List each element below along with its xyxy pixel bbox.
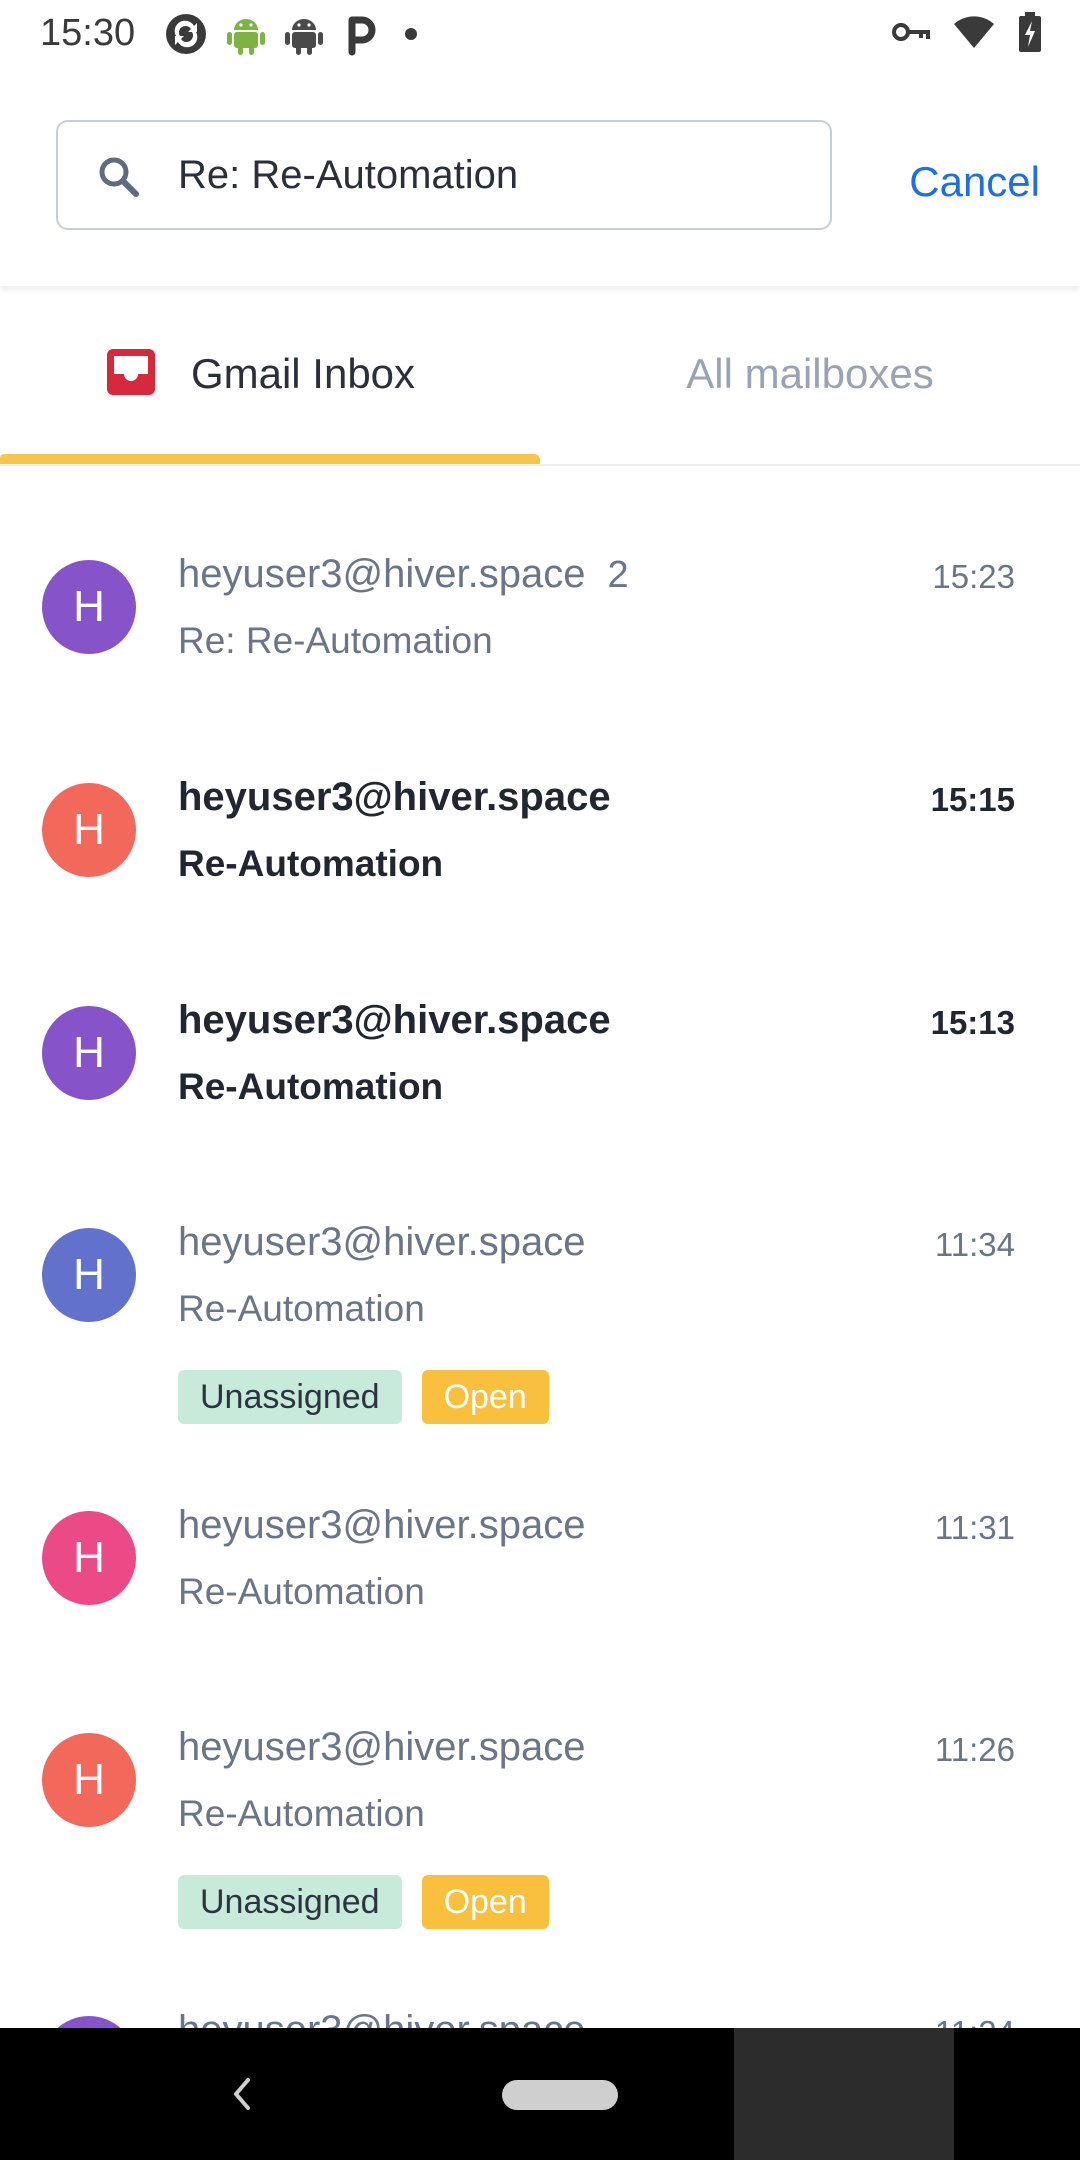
avatar: H <box>42 1228 136 1322</box>
screen: 15:30 Re: Re-Automation Cancel Gmail Inb… <box>0 0 1080 2160</box>
search-header: Cancel <box>0 66 1080 286</box>
email-time: 11:34 <box>934 1226 1015 1263</box>
nav-recents-area <box>734 2028 954 2160</box>
email-row[interactable]: H heyuser3@hiver.space Re-Automation 15:… <box>0 765 1080 935</box>
battery-icon <box>1018 10 1042 59</box>
tab-gmail-inbox[interactable]: Gmail Inbox <box>0 286 540 464</box>
avatar: H <box>42 1511 136 1605</box>
email-sender: heyuser3@hiver.space 2 <box>178 552 629 597</box>
sync-app-icon <box>164 12 208 56</box>
avatar: H <box>42 560 136 654</box>
email-time: 15:15 <box>930 781 1015 818</box>
tab-all-mailboxes[interactable]: All mailboxes <box>540 286 1080 462</box>
email-subject: Re: Re-Automation <box>178 620 493 661</box>
avatar: H <box>42 1733 136 1827</box>
active-tab-indicator <box>0 454 540 464</box>
avatar: H <box>42 783 136 877</box>
unassigned-tag: Unassigned <box>178 1875 402 1929</box>
avatar: H <box>42 1006 136 1100</box>
unassigned-tag: Unassigned <box>178 1370 402 1424</box>
email-tags: Unassigned Open <box>178 1370 549 1424</box>
email-sender: heyuser3@hiver.space <box>178 1725 586 1769</box>
status-time: 15:30 <box>40 12 136 54</box>
sender-address: heyuser3@hiver.space <box>178 552 586 596</box>
tab-gmail-inbox-label: Gmail Inbox <box>190 350 416 397</box>
email-subject: Re-Automation <box>178 1571 425 1612</box>
email-subject: Re-Automation <box>178 1793 425 1834</box>
email-time: 11:26 <box>934 1731 1015 1768</box>
status-system-icons <box>892 10 1042 59</box>
thread-count: 2 <box>607 554 629 596</box>
email-row[interactable]: H heyuser3@hiver.space Re-Automation 11:… <box>0 1493 1080 1663</box>
open-status-tag: Open <box>421 1370 549 1424</box>
email-row[interactable]: H heyuser3@hiver.space Re-Automation 11:… <box>0 1210 1080 1450</box>
email-row[interactable]: H heyuser3@hiver.space Re-Automation 15:… <box>0 988 1080 1158</box>
vpn-key-icon <box>892 10 930 59</box>
android-green-icon <box>226 12 266 56</box>
email-subject: Re-Automation <box>178 1288 425 1329</box>
search-icon <box>94 152 144 202</box>
email-row[interactable]: H heyuser3@hiver.space 2 Re: Re-Automatio… <box>0 542 1080 712</box>
email-subject: Re-Automation <box>178 1066 444 1107</box>
email-sender: heyuser3@hiver.space <box>178 1220 586 1264</box>
email-sender: heyuser3@hiver.space <box>178 775 611 819</box>
status-notification-icons <box>164 12 426 56</box>
tab-gmail-inbox-content: Gmail Inbox <box>105 347 415 402</box>
open-status-tag: Open <box>421 1875 549 1929</box>
tab-all-mailboxes-label: All mailboxes <box>686 350 934 397</box>
email-time: 15:13 <box>930 1004 1015 1041</box>
search-box[interactable] <box>56 120 832 230</box>
more-notifications-dot-icon <box>396 12 426 56</box>
wifi-icon <box>952 10 996 59</box>
android-gray-icon <box>284 12 324 56</box>
inbox-icon <box>105 347 157 402</box>
cancel-button[interactable]: Cancel <box>880 152 1040 212</box>
email-tags: Unassigned Open <box>178 1875 549 1929</box>
home-pill-icon[interactable] <box>502 2080 618 2110</box>
navigation-bar <box>0 2028 1080 2160</box>
email-time: 15:23 <box>932 558 1015 595</box>
email-row[interactable]: H heyuser3@hiver.space Re-Automation 11:… <box>0 1715 1080 1955</box>
status-bar: 15:30 <box>0 0 1080 66</box>
back-icon[interactable] <box>222 2072 262 2116</box>
search-input[interactable] <box>178 142 798 208</box>
email-time: 11:31 <box>934 1509 1015 1546</box>
email-sender: heyuser3@hiver.space <box>178 998 611 1042</box>
mailbox-tabs: Gmail Inbox All mailboxes <box>0 286 1080 466</box>
email-sender: heyuser3@hiver.space <box>178 1503 586 1547</box>
email-subject: Re-Automation <box>178 843 444 884</box>
p-app-icon <box>342 12 378 56</box>
